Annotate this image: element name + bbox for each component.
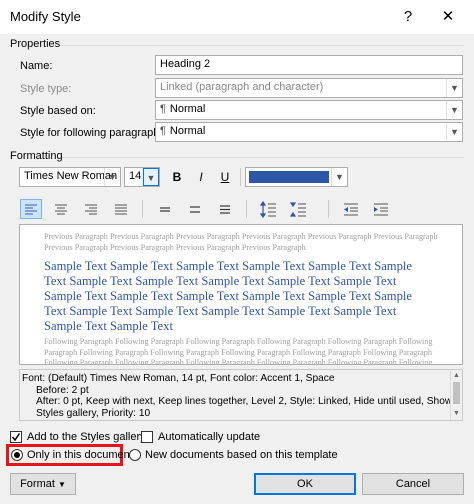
underline-button[interactable]: U xyxy=(214,167,236,187)
style-preview: Previous Paragraph Previous Paragraph Pr… xyxy=(19,224,463,365)
justify-button[interactable] xyxy=(110,199,132,219)
style-type-label: Style type: xyxy=(20,83,72,95)
space-before-button[interactable] xyxy=(258,199,280,219)
scroll-thumb[interactable] xyxy=(453,382,460,404)
description-line: Before: 2 pt xyxy=(36,384,89,396)
increase-indent-button[interactable] xyxy=(370,199,392,219)
chevron-down-icon: ▼ xyxy=(446,79,462,97)
increase-indent-icon xyxy=(374,203,388,216)
chevron-down-icon: ▼ xyxy=(143,168,159,186)
align-left-button[interactable] xyxy=(20,199,42,219)
pilcrow-icon: ¶ xyxy=(160,125,166,137)
name-field[interactable]: Heading 2 xyxy=(155,55,463,75)
one-half-spacing-icon xyxy=(190,206,200,213)
style-description: Font: (Default) Times New Roman, 14 pt, … xyxy=(19,369,463,421)
radio-dot xyxy=(14,452,20,458)
help-button[interactable]: ? xyxy=(396,6,420,28)
style-type-value: Linked (paragraph and character) xyxy=(160,81,324,93)
align-center-icon xyxy=(55,204,67,215)
font-color-swatch xyxy=(249,171,329,183)
previous-paragraph-text: Previous Paragraph Previous Paragraph Pr… xyxy=(44,232,438,252)
properties-divider xyxy=(60,45,464,46)
following-label: Style for following paragraph: xyxy=(20,127,163,139)
auto-update-checkbox[interactable] xyxy=(141,431,153,443)
based-on-label: Style based on: xyxy=(20,105,96,117)
description-scrollbar[interactable]: ▲ ▼ xyxy=(450,370,462,420)
chevron-down-icon: ▼ xyxy=(446,101,462,119)
formatting-section-label: Formatting xyxy=(10,150,63,162)
size-select[interactable]: 14 ▼ xyxy=(124,167,160,187)
scroll-up-icon[interactable]: ▲ xyxy=(451,370,462,382)
space-after-icon xyxy=(289,202,306,217)
space-after-button[interactable] xyxy=(288,199,310,219)
single-spacing-button[interactable] xyxy=(154,199,176,219)
cancel-button[interactable]: Cancel xyxy=(362,473,464,495)
justify-icon xyxy=(115,204,127,215)
one-half-spacing-button[interactable] xyxy=(184,199,206,219)
chevron-down-icon: ▼ xyxy=(331,168,347,186)
decrease-indent-icon xyxy=(344,203,358,216)
based-on-value: Normal xyxy=(169,103,206,115)
toolbar-divider xyxy=(240,168,241,186)
align-left-icon xyxy=(25,204,37,215)
following-select[interactable]: ¶ Normal ▼ xyxy=(155,122,463,142)
bold-button[interactable]: B xyxy=(166,167,188,187)
style-type-select: Linked (paragraph and character) ▼ xyxy=(155,78,463,98)
following-paragraph-text: Following Paragraph Following Paragraph … xyxy=(44,337,433,365)
toolbar-divider xyxy=(328,200,329,218)
pilcrow-icon: ¶ xyxy=(160,103,166,115)
add-gallery-label: Add to the Styles gallery xyxy=(27,431,146,443)
toolbar-divider xyxy=(142,200,143,218)
only-doc-radio[interactable] xyxy=(11,449,23,461)
following-value: Normal xyxy=(169,125,206,137)
font-select[interactable]: Times New Roman ▼ xyxy=(19,167,121,187)
based-on-select[interactable]: ¶ Normal ▼ xyxy=(155,100,463,120)
properties-section-label: Properties xyxy=(10,38,61,50)
auto-update-label: Automatically update xyxy=(158,431,261,443)
space-before-icon xyxy=(259,200,276,219)
new-docs-radio[interactable] xyxy=(129,449,141,461)
double-spacing-icon xyxy=(220,205,230,214)
format-button-label: Format xyxy=(20,478,55,490)
window-title: Modify Style xyxy=(10,9,81,24)
align-center-button[interactable] xyxy=(50,199,72,219)
formatting-divider xyxy=(62,157,464,158)
double-spacing-button[interactable] xyxy=(214,199,236,219)
only-doc-label: Only in this document xyxy=(27,449,133,461)
italic-button[interactable]: I xyxy=(190,167,212,187)
single-spacing-icon xyxy=(160,207,170,212)
size-value: 14 xyxy=(129,170,142,182)
sample-text: Sample Text Sample Text Sample Text Samp… xyxy=(44,259,412,333)
format-button[interactable]: Format ▼ xyxy=(10,473,76,495)
description-line: Styles gallery, Priority: 10 xyxy=(36,407,151,419)
check-icon xyxy=(11,433,21,442)
add-gallery-checkbox[interactable] xyxy=(10,431,22,443)
close-button[interactable]: ✕ xyxy=(436,6,460,28)
new-docs-label: New documents based on this template xyxy=(145,449,338,461)
description-line: After: 0 pt, Keep with next, Keep lines … xyxy=(36,396,463,408)
toolbar-divider xyxy=(246,200,247,218)
font-color-select[interactable]: ▼ xyxy=(245,167,348,187)
scroll-down-icon[interactable]: ▼ xyxy=(451,408,462,420)
decrease-indent-button[interactable] xyxy=(340,199,362,219)
name-label: Name: xyxy=(20,60,53,72)
align-right-icon xyxy=(85,204,97,215)
ok-button[interactable]: OK xyxy=(254,473,356,495)
chevron-down-icon: ▼ xyxy=(446,123,462,141)
description-line: Font: (Default) Times New Roman, 14 pt, … xyxy=(22,373,335,384)
chevron-down-icon: ▼ xyxy=(57,480,66,489)
align-right-button[interactable] xyxy=(80,199,102,219)
chevron-down-icon: ▼ xyxy=(104,168,120,186)
